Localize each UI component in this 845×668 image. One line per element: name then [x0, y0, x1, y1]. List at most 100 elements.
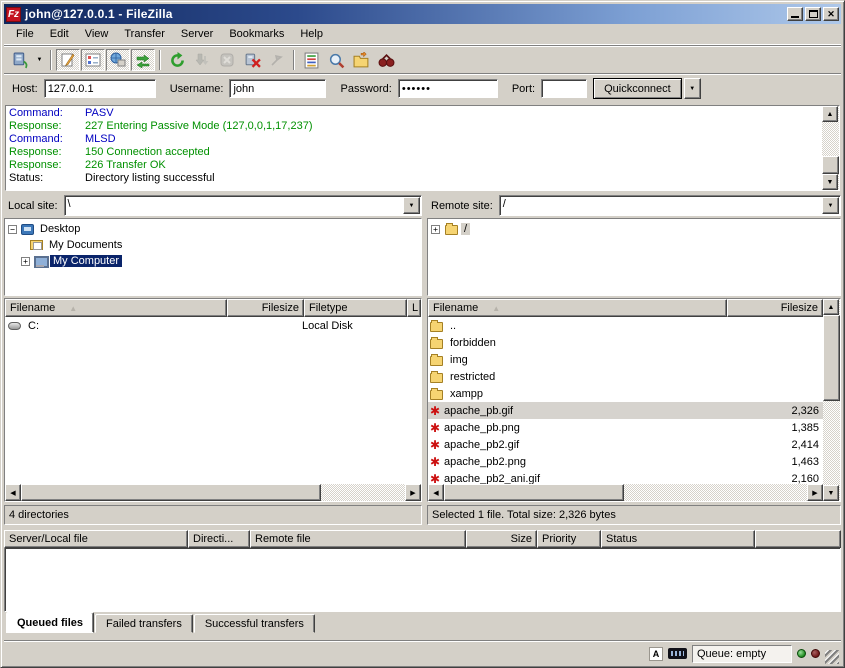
- disconnect-icon[interactable]: [240, 49, 264, 71]
- local-horizontal-scrollbar[interactable]: ◀ ▶: [5, 484, 421, 501]
- my-documents-icon: [30, 240, 43, 250]
- synchronized-browsing-icon[interactable]: [374, 49, 398, 71]
- site-manager-icon[interactable]: [8, 49, 32, 71]
- menu-server[interactable]: Server: [173, 26, 221, 42]
- remote-vertical-scrollbar[interactable]: ▲ ▼: [823, 299, 840, 501]
- folder-icon: [430, 373, 443, 383]
- local-site-value[interactable]: \: [65, 196, 402, 215]
- column-header-filename[interactable]: Filename▲: [5, 299, 227, 317]
- tree-item-root[interactable]: + /: [431, 221, 840, 237]
- toggle-transfer-queue-icon[interactable]: [131, 49, 155, 71]
- scroll-down-icon[interactable]: ▼: [822, 174, 838, 190]
- transfer-type-icon[interactable]: A: [649, 647, 663, 661]
- toggle-remote-tree-icon[interactable]: [106, 49, 130, 71]
- expand-icon[interactable]: +: [21, 257, 30, 266]
- scroll-right-icon[interactable]: ▶: [807, 484, 823, 501]
- password-input[interactable]: [398, 79, 498, 98]
- remote-file-row-selected[interactable]: ✱apache_pb.gif2,326: [428, 402, 823, 419]
- collapse-icon[interactable]: −: [8, 225, 17, 234]
- menu-bookmarks[interactable]: Bookmarks: [221, 26, 292, 42]
- scroll-up-icon[interactable]: ▲: [822, 106, 838, 122]
- port-input[interactable]: [541, 79, 587, 98]
- local-file-row[interactable]: C: Local Disk: [5, 317, 421, 334]
- resize-grip[interactable]: [825, 650, 839, 664]
- remote-file-row[interactable]: img: [428, 351, 823, 368]
- tab-queued-files[interactable]: Queued files: [6, 612, 94, 633]
- menu-file[interactable]: File: [8, 26, 42, 42]
- scrollbar-thumb[interactable]: [21, 484, 321, 501]
- scroll-up-icon[interactable]: ▲: [823, 299, 839, 315]
- remote-pane: Remote site: / ▼ + / Filename▲ Filesize: [427, 195, 841, 527]
- chevron-down-icon[interactable]: ▼: [403, 197, 420, 214]
- maximize-button[interactable]: [805, 7, 821, 21]
- cancel-icon[interactable]: [215, 49, 239, 71]
- toggle-message-log-icon[interactable]: [56, 49, 80, 71]
- process-queue-icon[interactable]: [190, 49, 214, 71]
- remote-file-row[interactable]: forbidden: [428, 334, 823, 351]
- tab-successful-transfers[interactable]: Successful transfers: [194, 614, 315, 633]
- remote-file-row[interactable]: xampp: [428, 385, 823, 402]
- remote-file-row[interactable]: ..: [428, 317, 823, 334]
- column-header-size[interactable]: Size: [466, 530, 537, 548]
- log-scrollbar[interactable]: ▲ ▼: [822, 106, 839, 190]
- column-header-filesize[interactable]: Filesize: [727, 299, 823, 317]
- menu-edit[interactable]: Edit: [42, 26, 77, 42]
- remote-file-row[interactable]: ✱apache_pb2_ani.gif2,160: [428, 470, 823, 484]
- username-input[interactable]: [229, 79, 326, 98]
- toggle-local-tree-icon[interactable]: [81, 49, 105, 71]
- menu-help[interactable]: Help: [292, 26, 331, 42]
- queue-list[interactable]: [4, 548, 841, 612]
- remote-file-row[interactable]: ✱apache_pb.png1,385: [428, 419, 823, 436]
- remote-horizontal-scrollbar[interactable]: ◀ ▶: [428, 484, 823, 501]
- log-line-label: Response:: [9, 146, 85, 159]
- quickconnect-button[interactable]: Quickconnect: [593, 78, 682, 99]
- scroll-left-icon[interactable]: ◀: [428, 484, 444, 501]
- local-site-combo[interactable]: \ ▼: [64, 195, 422, 216]
- scroll-left-icon[interactable]: ◀: [5, 484, 21, 501]
- column-header-filename[interactable]: Filename▲: [428, 299, 727, 317]
- column-header-filesize[interactable]: Filesize: [227, 299, 304, 317]
- find-files-icon[interactable]: [324, 49, 348, 71]
- close-button[interactable]: ✕: [823, 7, 839, 21]
- chevron-down-icon[interactable]: ▼: [822, 197, 839, 214]
- compare-directories-icon[interactable]: [349, 49, 373, 71]
- remote-file-row[interactable]: ✱apache_pb2.gif2,414: [428, 436, 823, 453]
- reconnect-icon[interactable]: [265, 49, 289, 71]
- local-pane: Local site: \ ▼ − Desktop My Documents: [4, 195, 422, 527]
- filter-icon[interactable]: [299, 49, 323, 71]
- scroll-right-icon[interactable]: ▶: [405, 484, 421, 501]
- column-header-server-local-file[interactable]: Server/Local file: [4, 530, 188, 548]
- tree-item-desktop[interactable]: − Desktop: [8, 221, 421, 237]
- log-line-label: Command:: [9, 133, 85, 146]
- expand-icon[interactable]: +: [431, 225, 440, 234]
- tree-item-my-documents[interactable]: My Documents: [8, 237, 421, 253]
- port-label: Port:: [512, 83, 535, 95]
- column-header-filetype[interactable]: Filetype: [304, 299, 407, 317]
- tree-item-my-computer[interactable]: + My Computer: [8, 253, 421, 269]
- refresh-icon[interactable]: [165, 49, 189, 71]
- menu-view[interactable]: View: [77, 26, 117, 42]
- quickconnect-dropdown[interactable]: ▼: [684, 78, 701, 99]
- log-line-label: Status:: [9, 172, 85, 185]
- log-line-text: MLSD: [85, 133, 116, 145]
- remote-site-combo[interactable]: / ▼: [499, 195, 841, 216]
- menu-transfer[interactable]: Transfer: [116, 26, 173, 42]
- remote-file-row[interactable]: ✱apache_pb2.png1,463: [428, 453, 823, 470]
- minimize-button[interactable]: [787, 7, 803, 21]
- scrollbar-thumb[interactable]: [822, 156, 839, 174]
- scrollbar-thumb[interactable]: [444, 484, 624, 501]
- column-header-remote-file[interactable]: Remote file: [250, 530, 466, 548]
- site-manager-dropdown[interactable]: ▼: [33, 49, 46, 71]
- host-input[interactable]: [44, 79, 156, 98]
- column-header-direction[interactable]: Directi...: [188, 530, 250, 548]
- column-header-priority[interactable]: Priority: [537, 530, 601, 548]
- remote-file-row[interactable]: restricted: [428, 368, 823, 385]
- remote-site-value[interactable]: /: [500, 196, 821, 215]
- log-line-text: 227 Entering Passive Mode (127,0,0,1,17,…: [85, 120, 312, 132]
- scrollbar-thumb[interactable]: [823, 315, 840, 401]
- scroll-down-icon[interactable]: ▼: [823, 485, 839, 501]
- speed-limits-icon[interactable]: [668, 648, 687, 659]
- tab-failed-transfers[interactable]: Failed transfers: [95, 614, 193, 633]
- column-header-lastmodified[interactable]: L: [407, 299, 421, 317]
- column-header-status[interactable]: Status: [601, 530, 755, 548]
